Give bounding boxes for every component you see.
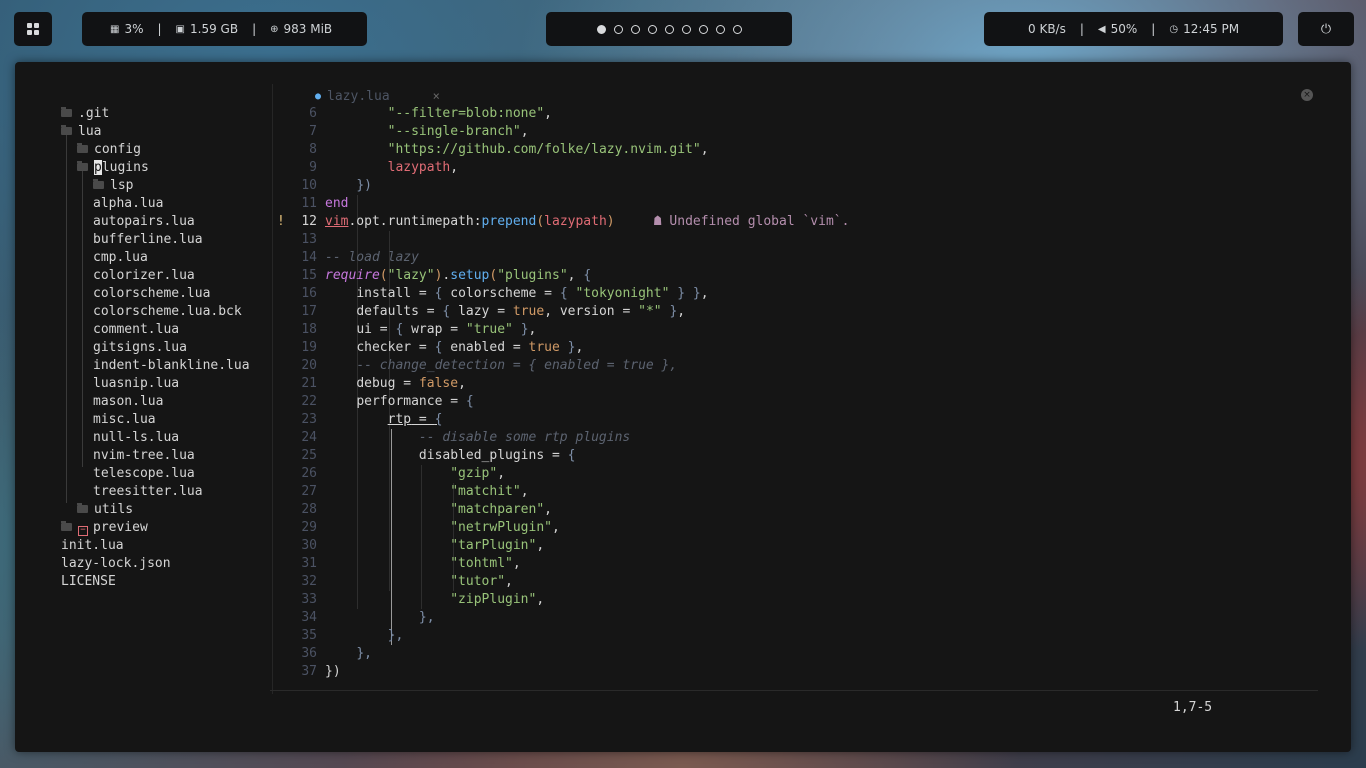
memory-icon: ▣ bbox=[175, 23, 185, 35]
code-line: 28 "matchparen", bbox=[301, 502, 552, 517]
workspace-dot[interactable] bbox=[613, 24, 623, 34]
tab-label: lazy.lua bbox=[327, 88, 390, 104]
system-stats-pill: ▦ 3% | ▣ 1.59 GB | ⊕ 983 MiB bbox=[82, 12, 367, 46]
workspace-dot[interactable] bbox=[664, 24, 674, 34]
code-editor[interactable]: 6 "--filter=blob:none", 7 "--single-bran… bbox=[15, 105, 1315, 681]
file-icon: ● bbox=[315, 90, 322, 102]
code-line: 32 "tutor", bbox=[301, 574, 513, 589]
cpu-stat: ▦ 3% bbox=[110, 22, 144, 36]
code-line: 29 "netrwPlugin", bbox=[301, 520, 560, 535]
code-line: 20 -- change_detection = { enabled = tru… bbox=[301, 358, 678, 373]
code-line: 9 lazypath, bbox=[309, 160, 459, 175]
code-line: 36 }, bbox=[301, 646, 372, 661]
separator: | bbox=[1151, 22, 1156, 36]
statusline-divider bbox=[270, 690, 1318, 691]
net-mem-stat: ⊕ 983 MiB bbox=[270, 22, 332, 36]
ghost-icon: ☗ bbox=[653, 214, 662, 229]
code-line: 6 "--filter=blob:none", bbox=[309, 106, 552, 121]
buffer-tab[interactable]: ● lazy.lua × bbox=[315, 88, 440, 104]
workspace-switcher bbox=[546, 12, 792, 46]
workspace-dot[interactable] bbox=[715, 24, 725, 34]
clock-value: 12:45 PM bbox=[1183, 22, 1240, 36]
code-line: 19 checker = { enabled = true }, bbox=[301, 340, 584, 355]
code-line: 25 disabled_plugins = { bbox=[301, 448, 576, 463]
tab-close-button[interactable]: × bbox=[433, 89, 440, 103]
cursor-position: 1,7-5 bbox=[1173, 700, 1213, 715]
status-pill: 0 KB/s | ◀ 50% | ◷ 12:45 PM bbox=[984, 12, 1283, 46]
volume-stat[interactable]: ◀ 50% bbox=[1098, 22, 1137, 36]
code-line: 8 "https://github.com/folke/lazy.nvim.gi… bbox=[309, 142, 709, 157]
separator: | bbox=[1079, 22, 1084, 36]
clock-icon: ◷ bbox=[1169, 23, 1179, 35]
volume-value: 50% bbox=[1110, 22, 1138, 36]
separator: | bbox=[252, 22, 257, 36]
code-line: 18 ui = { wrap = "true" }, bbox=[301, 322, 537, 337]
power-icon: ⏻ bbox=[1320, 21, 1332, 37]
ram-stat: ▣ 1.59 GB bbox=[176, 22, 239, 36]
code-line: 13 bbox=[301, 232, 317, 247]
code-line: 30 "tarPlugin", bbox=[301, 538, 545, 553]
code-line: 11 end bbox=[301, 196, 349, 211]
workspace-dot[interactable] bbox=[732, 24, 742, 34]
clock-stat: ◷ 12:45 PM bbox=[1169, 22, 1239, 36]
code-line: 22 performance = { bbox=[301, 394, 474, 409]
code-line: 16 install = { colorscheme = { "tokyonig… bbox=[301, 286, 709, 301]
cpu-icon: ▦ bbox=[110, 23, 120, 35]
code-line: 23 rtp = { bbox=[301, 412, 443, 427]
code-line: 26 "gzip", bbox=[301, 466, 506, 481]
globe-icon: ⊕ bbox=[270, 23, 279, 35]
code-line: 27 "matchit", bbox=[301, 484, 529, 499]
code-line: 35 }, bbox=[301, 628, 404, 643]
separator: | bbox=[157, 22, 162, 36]
code-line: 7 "--single-branch", bbox=[309, 124, 529, 139]
workspace-dot[interactable] bbox=[596, 24, 606, 34]
net-speed-value: 0 KB/s bbox=[1028, 22, 1066, 36]
diagnostic-message: Undefined global `vim`. bbox=[669, 214, 850, 229]
cpu-value: 3% bbox=[124, 22, 144, 36]
terminal-window: .git lua config plugins lsp alpha.lua au… bbox=[15, 62, 1351, 752]
code-line: 14 -- load lazy bbox=[301, 250, 419, 265]
ram-value: 1.59 GB bbox=[190, 22, 239, 36]
code-line: 10 }) bbox=[301, 178, 372, 193]
grid-icon bbox=[27, 23, 39, 35]
code-line: 37}) bbox=[301, 664, 341, 679]
workspace-dot[interactable] bbox=[698, 24, 708, 34]
code-line: 17 defaults = { lazy = true, version = "… bbox=[301, 304, 686, 319]
workspace-dot[interactable] bbox=[681, 24, 691, 34]
code-line-current: ! 12 vim.opt.runtimepath:prepend(lazypath)… bbox=[277, 214, 850, 229]
net-mem-value: 983 MiB bbox=[283, 22, 333, 36]
code-line: 24 -- disable some rtp plugins bbox=[301, 430, 631, 445]
code-line: 34 }, bbox=[301, 610, 435, 625]
speaker-icon: ◀ bbox=[1097, 23, 1106, 35]
power-button[interactable]: ⏻ bbox=[1298, 12, 1354, 46]
workspace-dot[interactable] bbox=[630, 24, 640, 34]
launcher-button[interactable] bbox=[14, 12, 52, 46]
code-line: 15 require("lazy").setup("plugins", { bbox=[301, 268, 592, 283]
code-line: 33 "zipPlugin", bbox=[301, 592, 545, 607]
code-line: 21 debug = false, bbox=[301, 376, 466, 391]
code-line: 31 "tohtml", bbox=[301, 556, 521, 571]
window-close-button[interactable]: × bbox=[1301, 89, 1313, 101]
workspace-dot[interactable] bbox=[647, 24, 657, 34]
